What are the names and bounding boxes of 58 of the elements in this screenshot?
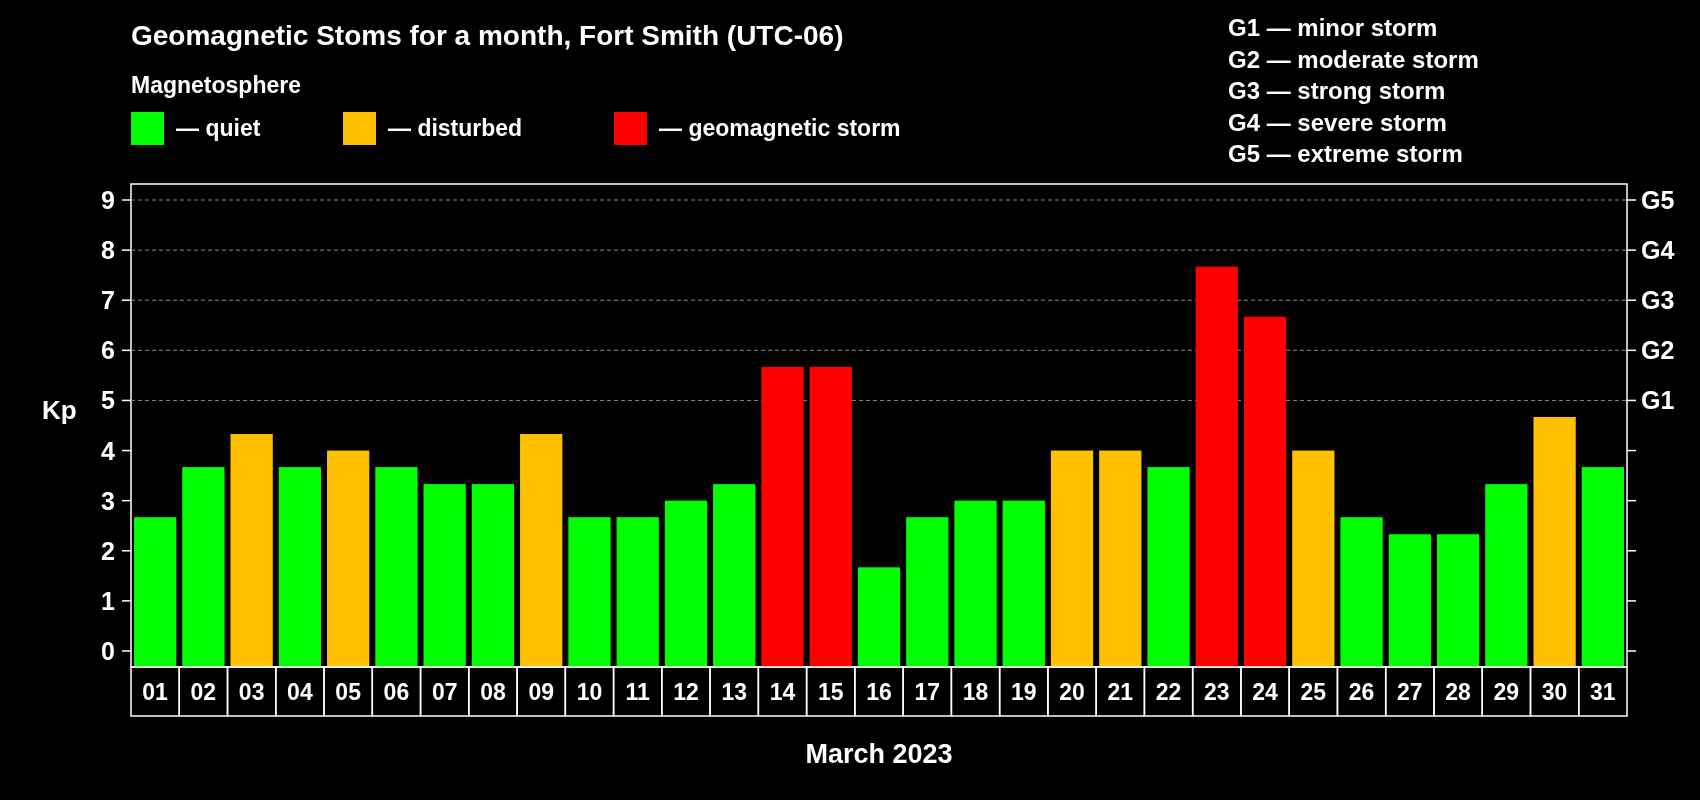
day-label: 26 bbox=[1348, 679, 1375, 705]
y-tick-label: 0 bbox=[101, 637, 115, 665]
day-label: 16 bbox=[866, 679, 892, 705]
storm-level-label: G1 bbox=[1641, 386, 1675, 415]
day-label: 05 bbox=[335, 679, 361, 705]
day-label: 25 bbox=[1300, 679, 1327, 705]
y-tick-label: 1 bbox=[101, 586, 115, 615]
storm-level-label: G2 bbox=[1641, 336, 1675, 365]
day-label: 30 bbox=[1541, 679, 1568, 705]
y-tick-label: 7 bbox=[101, 286, 115, 315]
day-label: 06 bbox=[383, 679, 410, 705]
storm-scale-entry: G2 — moderate storm bbox=[1228, 44, 1480, 75]
day-label: 20 bbox=[1059, 679, 1085, 705]
day-label: 02 bbox=[190, 679, 217, 705]
y-tick-label: 5 bbox=[101, 386, 115, 415]
day-label: 18 bbox=[962, 679, 989, 705]
day-label: 17 bbox=[914, 679, 941, 705]
day-label: 15 bbox=[817, 679, 844, 705]
day-label: 27 bbox=[1397, 679, 1423, 705]
y-tick-label: 6 bbox=[101, 336, 115, 365]
storm-scale-entry: G3 — strong storm bbox=[1228, 76, 1447, 106]
day-label: 11 bbox=[625, 679, 650, 705]
day-label: 29 bbox=[1493, 679, 1520, 705]
y-axis-title: Kp bbox=[42, 395, 77, 426]
day-label: 12 bbox=[673, 679, 699, 705]
day-label: 09 bbox=[528, 679, 554, 705]
y-tick-label: 2 bbox=[101, 536, 115, 565]
day-label: 07 bbox=[431, 679, 458, 705]
legend-label: — geomagnetic storm bbox=[659, 115, 901, 142]
legend-label: — disturbed bbox=[388, 115, 523, 142]
chart-title: Geomagnetic Stoms for a month, Fort Smith (UTC-06) bbox=[131, 20, 845, 52]
legend-label: — quiet bbox=[176, 115, 261, 142]
storm-level-label: G5 bbox=[1641, 186, 1675, 214]
day-label: 19 bbox=[1011, 679, 1037, 705]
storm-scale-entry: G1 — minor storm bbox=[1228, 13, 1439, 43]
day-label: 03 bbox=[238, 679, 265, 705]
y-tick-label: 9 bbox=[101, 186, 115, 214]
legend-heading: Magnetosphere bbox=[131, 72, 302, 99]
day-label: 22 bbox=[1155, 679, 1182, 705]
storm-scale-entry: G5 — extreme storm bbox=[1228, 139, 1464, 169]
day-label: 24 bbox=[1252, 679, 1278, 705]
y-tick-label: 8 bbox=[101, 236, 115, 265]
day-label: 28 bbox=[1445, 679, 1471, 705]
y-tick-label: 4 bbox=[101, 436, 115, 465]
day-label: 08 bbox=[480, 679, 506, 705]
storm-scale-entry: G4 — severe storm bbox=[1228, 107, 1448, 138]
storm-level-label: G3 bbox=[1641, 286, 1675, 315]
day-label: 01 bbox=[142, 679, 168, 705]
day-label: 10 bbox=[576, 679, 603, 705]
y-tick-label: 3 bbox=[101, 486, 115, 515]
day-label: 21 bbox=[1107, 679, 1134, 705]
x-axis-title: March 2023 bbox=[805, 739, 953, 769]
day-label: 14 bbox=[769, 679, 796, 705]
day-label: 31 bbox=[1590, 679, 1616, 705]
day-label: 23 bbox=[1204, 679, 1230, 705]
day-label: 13 bbox=[721, 679, 747, 705]
day-label: 04 bbox=[287, 679, 313, 705]
storm-level-label: G4 bbox=[1641, 236, 1675, 265]
